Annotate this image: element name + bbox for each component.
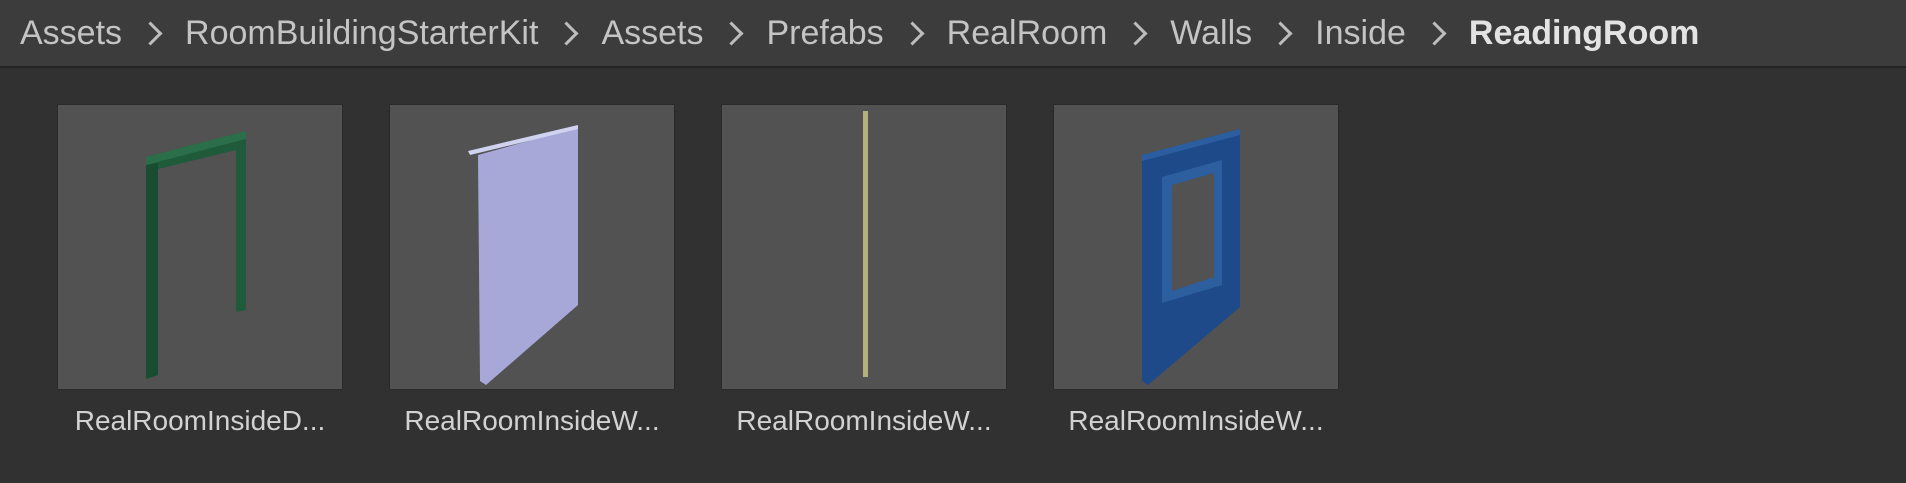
breadcrumb-item-prefabs[interactable]: Prefabs	[766, 14, 883, 53]
asset-item[interactable]: RealRoomInsideW...	[722, 105, 1006, 437]
window-wall-icon	[1142, 129, 1240, 385]
asset-item[interactable]: RealRoomInsideW...	[1054, 105, 1338, 437]
breadcrumb-item-walls[interactable]: Walls	[1170, 14, 1252, 53]
breadcrumb-item-realroom[interactable]: RealRoom	[947, 14, 1108, 53]
asset-item[interactable]: RealRoomInsideD...	[58, 105, 342, 437]
breadcrumb-item-assets-sub[interactable]: Assets	[601, 14, 703, 53]
breadcrumb: Assets RoomBuildingStarterKit Assets Pre…	[0, 0, 1906, 68]
breadcrumb-item-assets[interactable]: Assets	[20, 14, 122, 53]
breadcrumb-item-inside[interactable]: Inside	[1315, 14, 1406, 53]
chevron-right-icon	[900, 20, 925, 46]
asset-label: RealRoomInsideW...	[404, 405, 660, 436]
asset-thumbnail[interactable]	[58, 105, 342, 389]
asset-label: RealRoomInsideD...	[74, 405, 326, 436]
asset-thumbnail[interactable]	[390, 105, 674, 389]
plain-wall-icon	[468, 125, 578, 385]
asset-label: RealRoomInsideW...	[1068, 405, 1324, 436]
chevron-right-icon	[1422, 20, 1447, 46]
chevron-right-icon	[1123, 20, 1148, 46]
thin-wall-icon	[863, 111, 868, 377]
breadcrumb-item-roombuildingstarterkit[interactable]: RoomBuildingStarterKit	[185, 14, 538, 53]
asset-thumbnail[interactable]	[1054, 105, 1338, 389]
chevron-right-icon	[554, 20, 579, 46]
door-frame-wall-icon	[146, 131, 246, 379]
project-browser: Assets RoomBuildingStarterKit Assets Pre…	[0, 0, 1906, 483]
asset-grid: RealRoomInsideD... RealRoomInsideW... Re…	[58, 105, 1338, 437]
chevron-right-icon	[138, 20, 163, 46]
asset-thumbnail[interactable]	[722, 105, 1006, 389]
chevron-right-icon	[719, 20, 745, 46]
chevron-right-icon	[1268, 20, 1293, 46]
breadcrumb-item-readingroom[interactable]: ReadingRoom	[1469, 14, 1699, 53]
asset-label: RealRoomInsideW...	[736, 405, 992, 436]
asset-item[interactable]: RealRoomInsideW...	[390, 105, 674, 437]
